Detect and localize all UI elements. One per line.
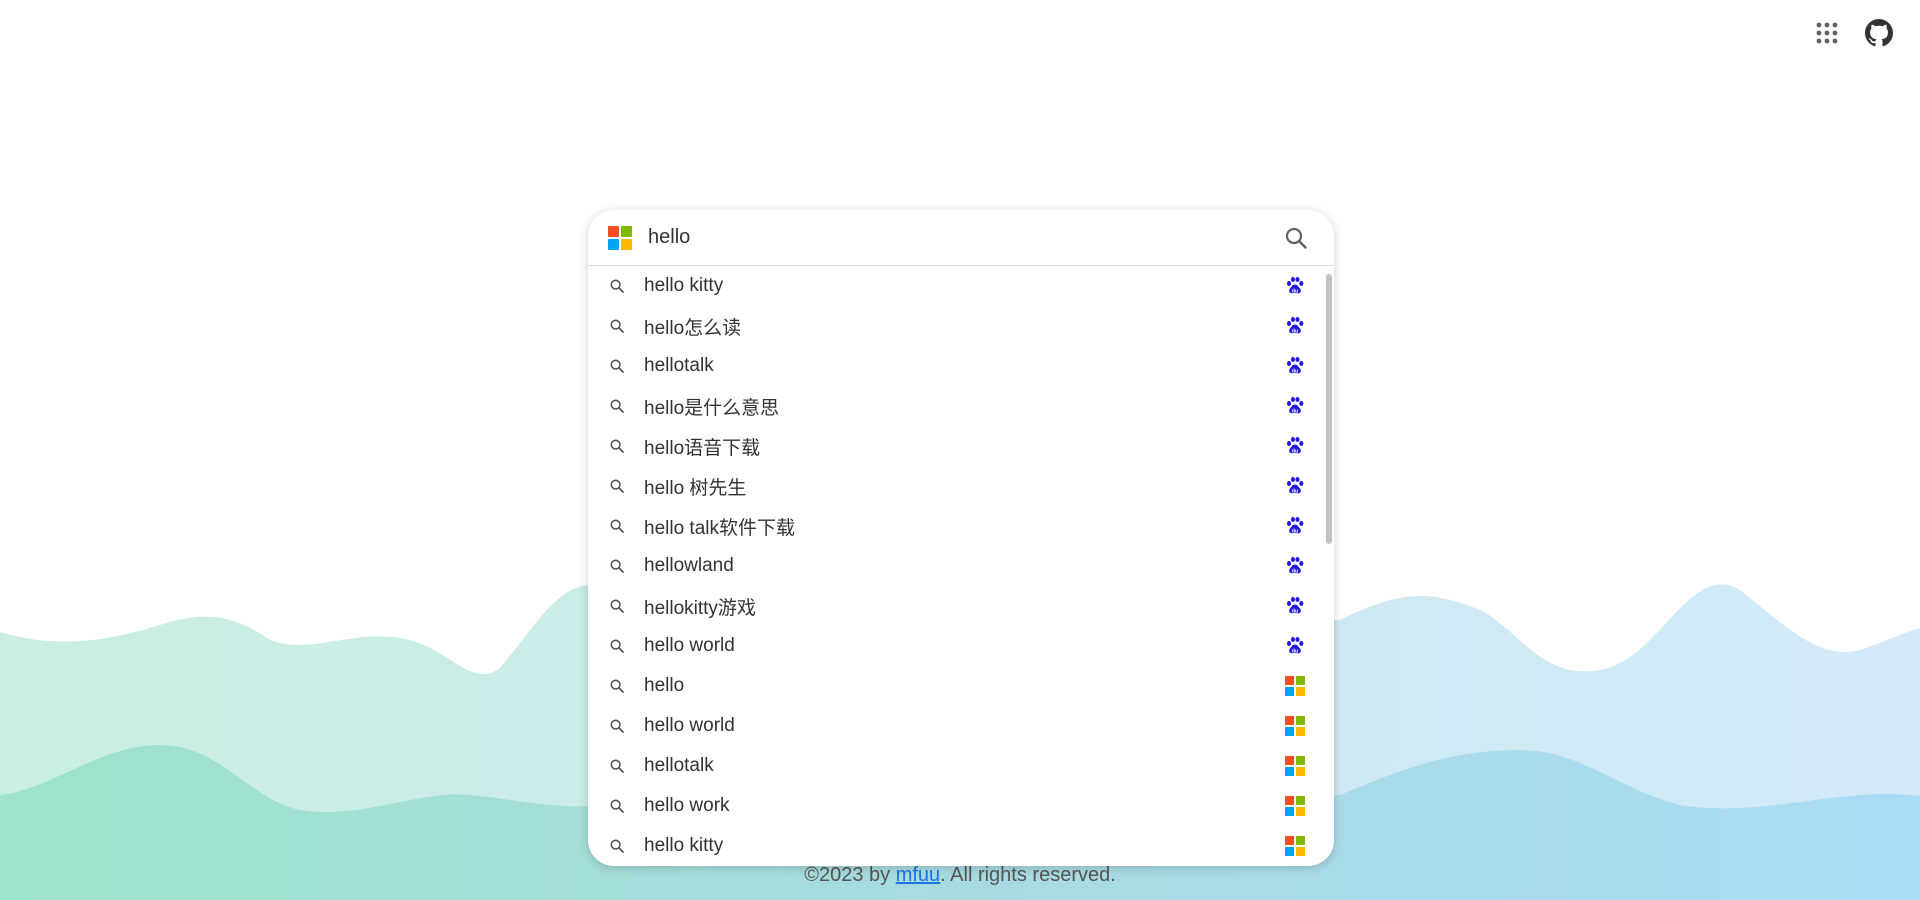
search-icon [608, 757, 626, 775]
search-input[interactable] [648, 226, 1280, 249]
microsoft-icon [1284, 835, 1306, 857]
search-icon [608, 277, 626, 295]
search-panel: hello kittyduhello怎么读duhellotalkduhello是… [588, 210, 1334, 866]
search-icon [608, 397, 626, 415]
baidu-icon: du [1284, 555, 1306, 577]
svg-text:du: du [1292, 368, 1299, 374]
suggestion-text: hello talk软件下载 [644, 517, 795, 539]
microsoft-bing-logo[interactable] [608, 225, 632, 250]
suggestion-text: hellotalk [644, 355, 714, 376]
suggestion-text: hello 树先生 [644, 477, 747, 499]
search-icon [608, 357, 626, 375]
suggestion-text: hello语音下载 [644, 437, 761, 459]
svg-text:du: du [1292, 568, 1299, 574]
suggestion-text: hello是什么意思 [644, 397, 780, 419]
search-icon [608, 477, 626, 495]
baidu-icon: du [1284, 275, 1306, 297]
suggestion-text: hello [644, 675, 685, 696]
baidu-icon: du [1284, 315, 1306, 337]
github-icon[interactable] [1864, 18, 1894, 48]
microsoft-icon [1284, 675, 1306, 697]
suggestion-item[interactable]: hellokitty游戏 du [588, 586, 1334, 626]
search-icon [608, 837, 626, 855]
suggestion-text: hello world [644, 715, 735, 736]
suggestion-item[interactable]: hello work [588, 786, 1334, 826]
svg-text:du: du [1292, 408, 1299, 414]
microsoft-icon [1284, 755, 1306, 777]
suggestion-text: hellokitty游戏 [644, 597, 756, 619]
search-icon [608, 437, 626, 455]
suggestion-item[interactable]: hello [588, 666, 1334, 706]
svg-text:du: du [1292, 288, 1299, 294]
footer-prefix: ©2023 by [804, 864, 896, 886]
suggestion-item[interactable]: hello 树先生 du [588, 466, 1334, 506]
suggestion-item[interactable]: hello world du [588, 626, 1334, 666]
baidu-icon: du [1284, 355, 1306, 377]
search-icon [1285, 227, 1307, 249]
svg-text:du: du [1292, 488, 1299, 494]
suggestion-item[interactable]: hello world [588, 706, 1334, 746]
footer-suffix: . All rights reserved. [940, 864, 1116, 886]
svg-text:du: du [1292, 448, 1299, 454]
suggestion-item[interactable]: hello kitty [588, 826, 1334, 866]
search-icon [608, 677, 626, 695]
suggestion-item[interactable]: hello talk软件下载 du [588, 506, 1334, 546]
search-bar [588, 210, 1334, 266]
footer: ©2023 by mfuu. All rights reserved. [0, 864, 1920, 887]
suggestion-text: hellotalk [644, 755, 714, 776]
baidu-icon: du [1284, 395, 1306, 417]
search-icon [608, 717, 626, 735]
suggestion-item[interactable]: hellotalk du [588, 346, 1334, 386]
svg-text:du: du [1292, 608, 1299, 614]
svg-text:du: du [1292, 528, 1299, 534]
suggestion-text: hello kitty [644, 275, 724, 296]
baidu-icon: du [1284, 435, 1306, 457]
search-icon [608, 797, 626, 815]
svg-text:du: du [1292, 648, 1299, 654]
search-icon [608, 597, 626, 615]
baidu-icon: du [1284, 635, 1306, 657]
search-icon [608, 557, 626, 575]
suggestion-text: hello怎么读 [644, 317, 742, 339]
suggestion-item[interactable]: hello怎么读 du [588, 306, 1334, 346]
search-icon [608, 517, 626, 535]
scrollbar[interactable] [1326, 274, 1332, 544]
microsoft-icon [1284, 795, 1306, 817]
suggestion-text: hellowland [644, 555, 734, 576]
suggestion-item[interactable]: hello kitty du [588, 266, 1334, 306]
search-button[interactable] [1280, 222, 1312, 254]
baidu-icon: du [1284, 595, 1306, 617]
search-icon [608, 637, 626, 655]
suggestion-item[interactable]: hellowland du [588, 546, 1334, 586]
microsoft-icon [1284, 715, 1306, 737]
suggestion-text: hello kitty [644, 835, 724, 856]
suggestion-text: hello world [644, 635, 735, 656]
grid-apps-icon[interactable] [1812, 18, 1842, 48]
top-bar [1812, 18, 1894, 48]
svg-text:du: du [1292, 328, 1299, 334]
baidu-icon: du [1284, 515, 1306, 537]
search-icon [608, 317, 626, 335]
suggestion-list: hello kitty du hello怎么读 du hellotalk du hello是… [588, 266, 1334, 866]
suggestion-item[interactable]: hello语音下载 du [588, 426, 1334, 466]
suggestion-item[interactable]: hellotalk [588, 746, 1334, 786]
suggestion-text: hello work [644, 795, 730, 816]
baidu-icon: du [1284, 475, 1306, 497]
footer-link[interactable]: mfuu [896, 864, 940, 886]
suggestion-item[interactable]: hello是什么意思 du [588, 386, 1334, 426]
